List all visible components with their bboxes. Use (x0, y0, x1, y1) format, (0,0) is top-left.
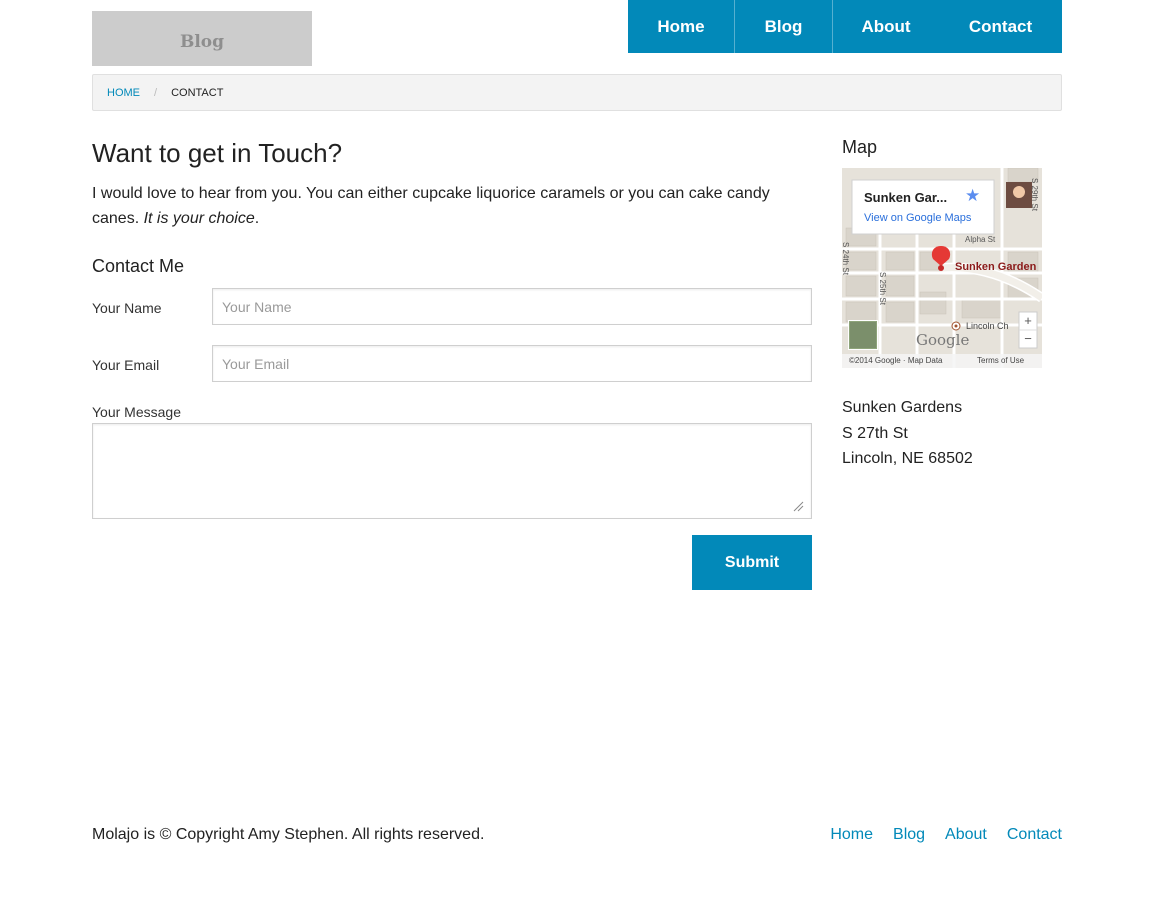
footer-copyright: Molajo is © Copyright Amy Stephen. All r… (92, 826, 485, 843)
address-line: Lincoln, NE 68502 (842, 450, 973, 467)
avatar (1006, 182, 1032, 208)
intro-paragraph: I would love to hear from you. You can e… (92, 181, 812, 231)
zoom-in-button[interactable]: + (1019, 312, 1037, 330)
email-input[interactable] (212, 345, 812, 382)
google-logo: Google (916, 331, 970, 349)
submit-button[interactable]: Submit (692, 535, 812, 590)
map-street-label: S 24th St (842, 242, 850, 275)
nav-about[interactable]: About (833, 0, 939, 53)
view-on-google-maps-link[interactable]: View on Google Maps (864, 212, 971, 224)
zoom-out-button[interactable]: − (1019, 330, 1037, 348)
nav-home[interactable]: Home (628, 0, 735, 53)
footer-nav-contact[interactable]: Contact (1007, 826, 1062, 844)
footer-nav-about[interactable]: About (945, 826, 987, 844)
email-label: Your Email (92, 357, 160, 373)
name-input[interactable] (212, 288, 812, 325)
map-marker-label: Sunken Garden (955, 261, 1037, 273)
breadcrumb: HOME / CONTACT (92, 74, 1062, 111)
google-map[interactable]: S 24th St S 25th St S 29th St Alpha St L… (842, 168, 1042, 368)
map-street-label: S 25th St (878, 272, 887, 305)
star-icon[interactable]: ★ (965, 186, 980, 206)
footer-nav-blog[interactable]: Blog (893, 826, 925, 844)
map-attribution: ©2014 Google · Map Data (849, 356, 943, 365)
satellite-thumbnail[interactable] (848, 320, 878, 350)
address-line: Sunken Gardens (842, 399, 963, 416)
logo-text: Blog (179, 31, 225, 52)
message-textarea[interactable] (92, 423, 812, 519)
intro-end: . (254, 210, 260, 227)
map-street-label: Lincoln Ch (966, 321, 1009, 331)
name-label: Your Name (92, 300, 162, 316)
map-place-title: Sunken Gar... (864, 190, 948, 205)
page-title: Want to get in Touch? (92, 138, 343, 168)
site-logo[interactable]: Blog (92, 11, 312, 66)
map-street-label: Alpha St (965, 235, 996, 244)
address-line: S 27th St (842, 424, 908, 442)
map-terms-link[interactable]: Terms of Use (977, 356, 1024, 365)
address-block: Sunken Gardens S 27th St Lincoln, NE 685… (842, 395, 973, 472)
nav-contact[interactable]: Contact (939, 0, 1062, 53)
breadcrumb-current: CONTACT (171, 86, 224, 99)
map-title: Map (842, 137, 878, 157)
footer-nav-home[interactable]: Home (830, 826, 873, 844)
breadcrumb-home[interactable]: HOME (107, 87, 140, 99)
resize-grip-icon[interactable] (792, 500, 804, 512)
intro-emphasis: It is your choice (143, 210, 255, 227)
footer-nav: Home Blog About Contact (830, 826, 1062, 844)
nav-blog[interactable]: Blog (735, 0, 833, 53)
message-label: Your Message (92, 404, 181, 420)
top-nav: Home Blog About Contact (628, 0, 1062, 53)
breadcrumb-separator: / (154, 86, 158, 99)
form-title: Contact Me (92, 256, 185, 276)
